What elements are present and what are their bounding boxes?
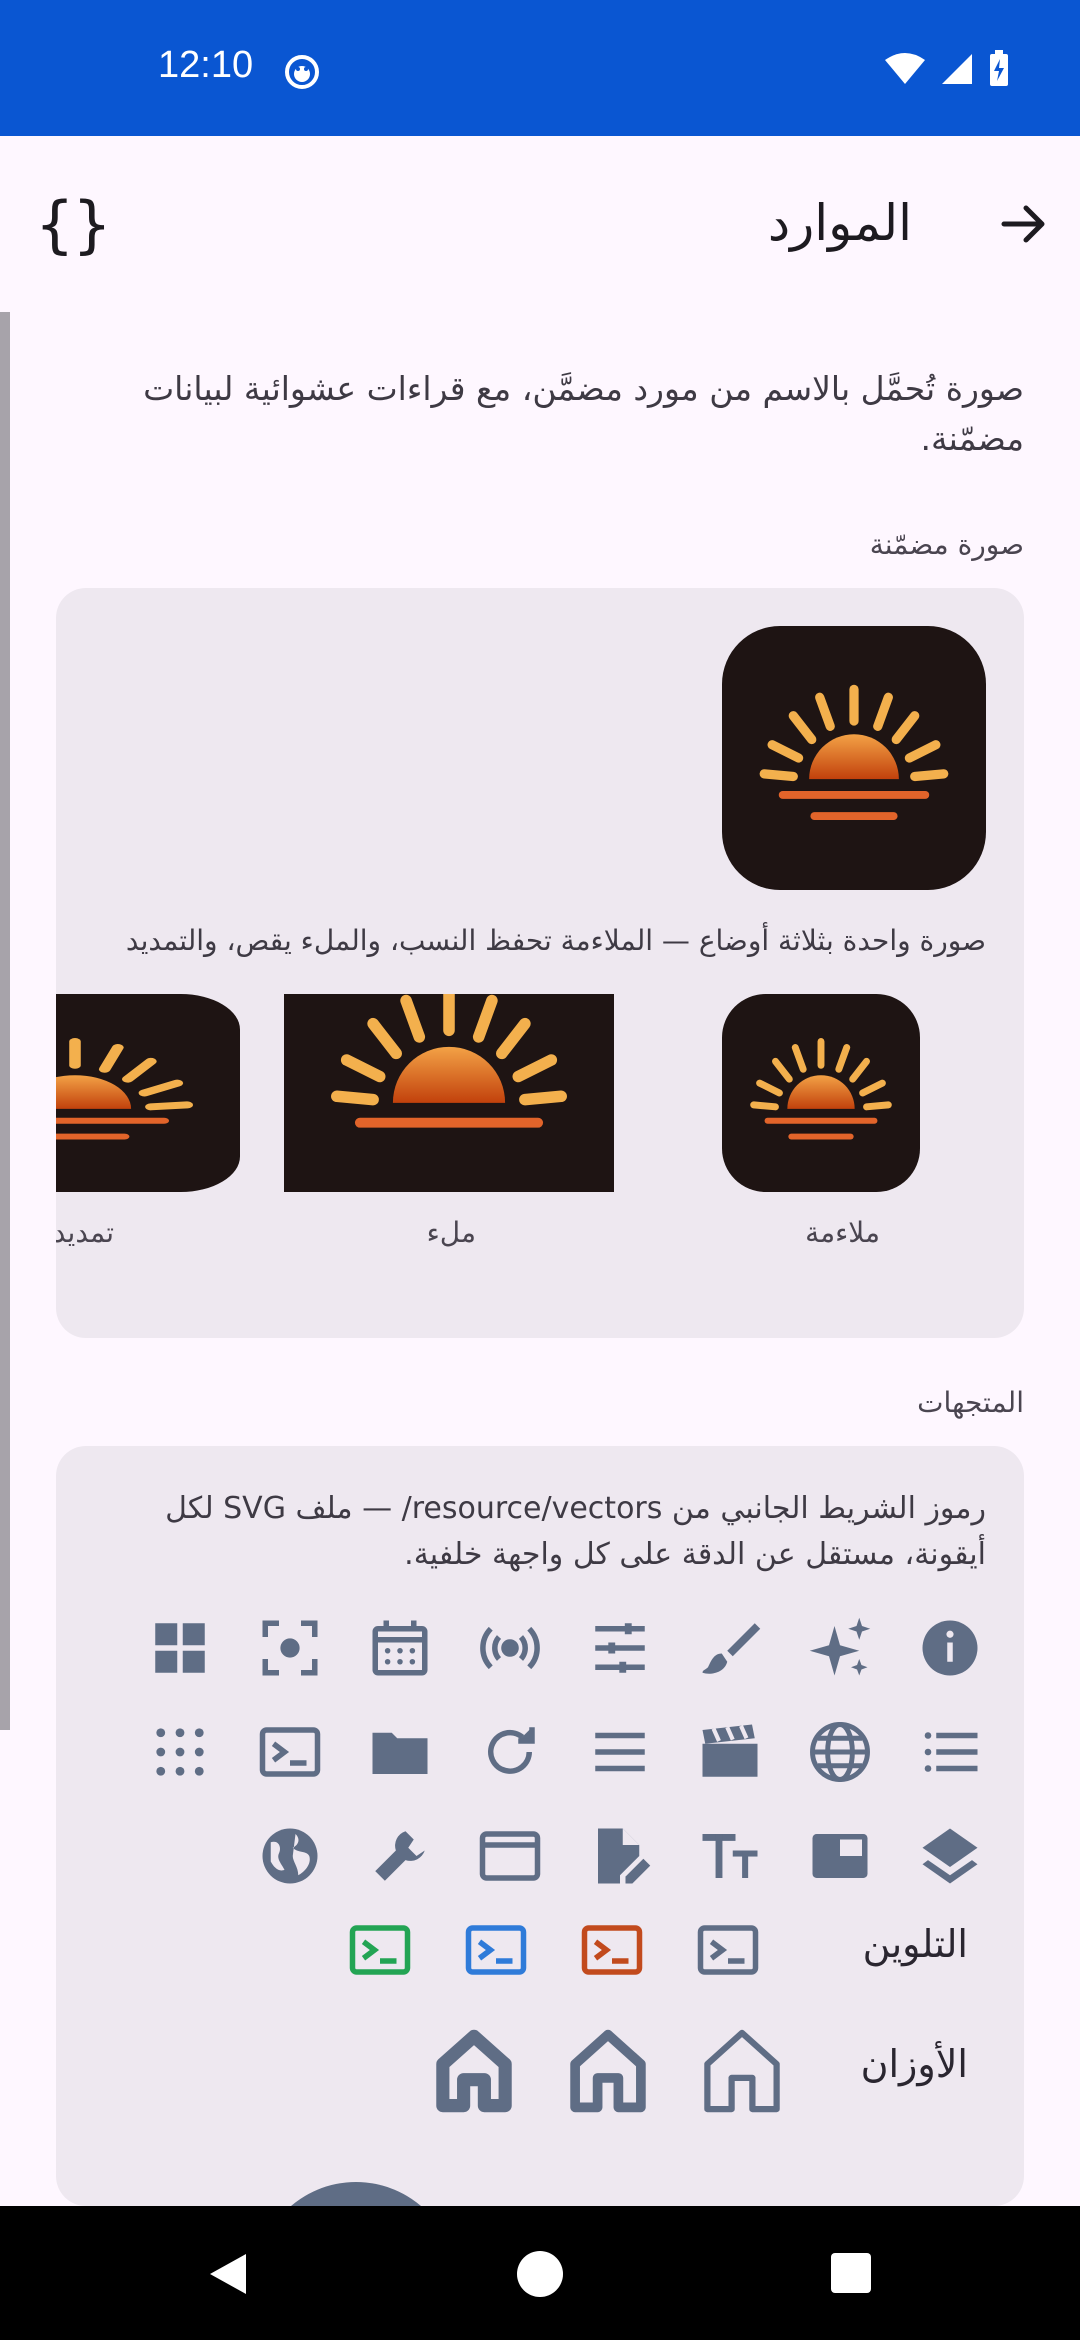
list-icon xyxy=(914,1716,986,1788)
top-app-bar: الموارد {} xyxy=(0,136,1080,312)
fit-mode-image xyxy=(722,994,920,1192)
embedded-image-card: صورة واحدة بثلاثة أوضاع — الملاءمة تحفظ … xyxy=(56,588,1024,1338)
status-time: 12:10 xyxy=(158,44,254,86)
notification-app-icon xyxy=(284,54,320,94)
home-icon xyxy=(566,2026,650,2116)
back-nav-icon[interactable] xyxy=(206,2250,250,2298)
fit-mode-label: ملاءمة xyxy=(805,1216,880,1249)
picture-in-picture-icon xyxy=(804,1820,876,1892)
grid-icon xyxy=(144,1612,216,1684)
weighted-home-row xyxy=(432,2026,784,2116)
recents-nav-icon[interactable] xyxy=(830,2252,872,2294)
system-icons xyxy=(884,50,1010,88)
wrench-icon xyxy=(364,1820,436,1892)
embedded-image-label: صورة مضمّنة xyxy=(869,528,1024,561)
stretch-mode-label: تمديد xyxy=(56,1216,114,1249)
layers-icon xyxy=(914,1820,986,1892)
icon-row-1 xyxy=(144,1612,986,1684)
scrollbar[interactable] xyxy=(0,312,10,1730)
icon-row-2 xyxy=(144,1716,986,1788)
partial-circle-icon xyxy=(291,2182,421,2206)
text-size-icon xyxy=(694,1820,766,1892)
vectors-card: رموز الشريط الجانبي من resource/vectors/… xyxy=(56,1446,1024,2206)
status-bar: 12:10 xyxy=(0,0,1080,136)
fill-mode-image xyxy=(284,994,614,1192)
tune-icon xyxy=(584,1612,656,1684)
home-icon xyxy=(432,2026,516,2116)
menu-icon xyxy=(584,1716,656,1788)
terminal-icon xyxy=(344,1914,416,1986)
code-braces-button[interactable]: {} xyxy=(36,188,111,261)
page-title: الموارد xyxy=(767,194,912,252)
signal-icon xyxy=(942,54,972,84)
icon-row-3 xyxy=(254,1820,986,1892)
earth-icon xyxy=(254,1820,326,1892)
weights-label: الأوزان xyxy=(860,2042,968,2086)
terminal-icon xyxy=(460,1914,532,1986)
fill-mode-label: ملء xyxy=(426,1216,476,1249)
window-icon xyxy=(474,1820,546,1892)
calendar-icon xyxy=(364,1612,436,1684)
stretch-mode-image xyxy=(56,994,240,1192)
back-arrow-icon[interactable] xyxy=(998,198,1050,254)
home-nav-icon[interactable] xyxy=(516,2250,564,2298)
clapperboard-icon xyxy=(694,1716,766,1788)
brush-icon xyxy=(694,1612,766,1684)
wifi-icon xyxy=(885,53,925,84)
vectors-label: المتجهات xyxy=(917,1386,1024,1419)
home-icon xyxy=(700,2026,784,2116)
terminal-icon xyxy=(692,1914,764,1986)
system-navigation-bar xyxy=(0,2206,1080,2340)
folder-icon xyxy=(364,1716,436,1788)
vectors-caption: رموز الشريط الجانبي من resource/vectors/… xyxy=(165,1491,986,1572)
terminal-icon xyxy=(576,1914,648,1986)
sparkle-icon xyxy=(804,1612,876,1684)
broadcast-icon xyxy=(474,1612,546,1684)
battery-icon xyxy=(990,50,1008,86)
tinting-label: التلوين xyxy=(862,1922,968,1966)
refresh-icon xyxy=(474,1716,546,1788)
info-icon xyxy=(914,1612,986,1684)
modes-caption: صورة واحدة بثلاثة أوضاع — الملاءمة تحفظ … xyxy=(125,924,986,957)
globe-icon xyxy=(804,1716,876,1788)
dots-grid-icon xyxy=(144,1716,216,1788)
center-focus-icon xyxy=(254,1612,326,1684)
terminal-icon xyxy=(254,1716,326,1788)
intro-text: صورة تُحمَّل بالاسم من مورد مضمَّن، مع ق… xyxy=(143,369,1024,458)
tinted-terminal-row xyxy=(344,1914,764,1986)
edit-document-icon xyxy=(584,1820,656,1892)
sunrise-image xyxy=(722,626,986,890)
